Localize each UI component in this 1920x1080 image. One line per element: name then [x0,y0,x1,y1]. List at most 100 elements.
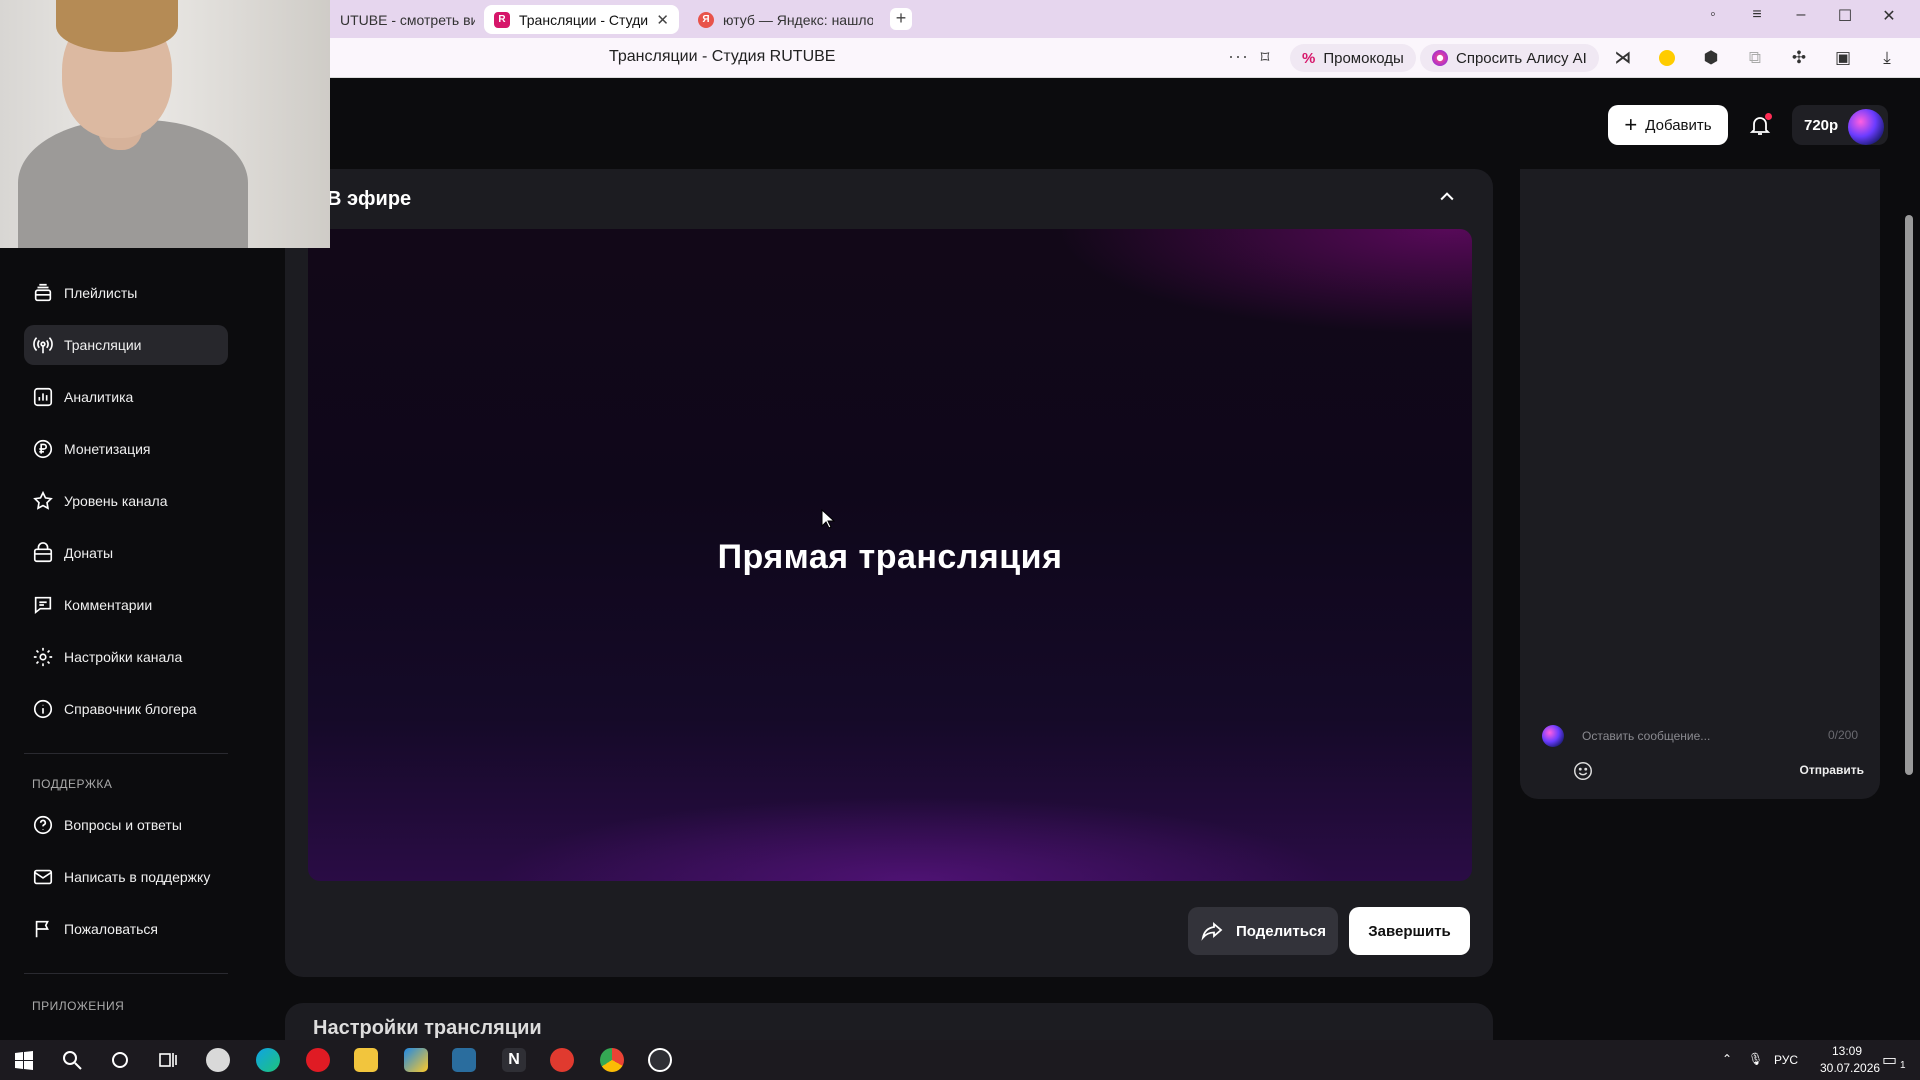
info-icon [33,699,53,719]
sidebar-item-label: Написать в поддержку [64,869,211,885]
chevron-up-icon[interactable] [1437,187,1457,207]
microphone-icon[interactable]: 🎙 [1748,1052,1763,1066]
notification-count-badge: 1 [1900,1060,1906,1071]
app-chart-icon[interactable] [452,1048,476,1072]
extension-shield-icon[interactable]: ⬢ [1700,47,1722,69]
chat-avatar [1542,725,1564,747]
rutube-favicon-icon: R [494,11,510,28]
share-button[interactable]: Поделиться [1188,907,1338,955]
tray-arrow-icon[interactable]: ⌃ [1722,1052,1732,1066]
close-window-icon[interactable]: ✕ [1874,6,1904,26]
end-stream-button[interactable]: Завершить [1349,907,1470,955]
sidebar-item-donations[interactable]: Донаты [24,533,228,573]
add-label: Добавить [1645,116,1712,134]
profile-icon[interactable]: ◦ [1698,6,1728,24]
avatar[interactable] [1848,109,1884,145]
star-icon [33,490,53,510]
sidebar-item-faq[interactable]: Вопросы и ответы [24,805,228,845]
extension-k-icon[interactable]: ⋊ [1612,47,1634,69]
ccleaner-icon[interactable] [206,1048,230,1072]
download-icon[interactable]: ⤓ [1876,47,1898,69]
promo-button[interactable]: % Промокоды [1290,44,1416,72]
sidebar-item-comments[interactable]: Комментарии [24,585,228,625]
maximize-icon[interactable]: ☐ [1830,6,1860,26]
extension-copy-icon[interactable]: ⧉ [1744,47,1766,69]
extension-coin-icon[interactable] [1656,47,1678,69]
clock-date[interactable]: 30.07.2026 [1820,1061,1880,1075]
sidebar-item-write-support[interactable]: Написать в поддержку [24,857,228,897]
add-button[interactable]: + Добавить [1608,105,1728,145]
chat-message-input[interactable]: Оставить сообщение... [1582,729,1710,743]
yandex-browser-icon[interactable] [550,1048,574,1072]
sidebar-item-channel-level[interactable]: Уровень канала [24,481,228,521]
mouse-cursor-icon [821,509,835,529]
scrollbar-thumb[interactable] [1905,215,1913,775]
cortana-icon[interactable] [108,1048,132,1072]
obs-icon[interactable] [648,1048,672,1072]
new-tab-button[interactable]: + [890,8,912,30]
mail-icon [33,869,53,885]
sidebar-item-analytics[interactable]: Аналитика [24,377,228,417]
extensions-puzzle-icon[interactable]: ✣ [1788,47,1810,69]
minimize-icon[interactable]: – [1786,6,1816,24]
sidebar-divider [24,753,228,754]
flag-icon [35,920,49,938]
promo-label: Промокоды [1323,49,1404,67]
windows-start-icon[interactable] [12,1048,36,1072]
playlist-icon [34,283,52,302]
page-scrollbar[interactable] [1900,79,1920,1031]
tab-studio-broadcasts[interactable]: R Трансляции - Студия R ✕ [484,5,679,34]
notification-center-icon[interactable]: ▭ [1882,1050,1897,1070]
settings-section-title: Настройки трансляции [313,1017,542,1039]
tab-label: UTUBE - смотреть виде [340,11,475,28]
sidebar-divider [24,973,228,974]
app-n-icon[interactable]: N [502,1048,526,1072]
menu-icon[interactable]: ≡ [1742,6,1772,24]
stream-preview[interactable]: Прямая трансляция [308,229,1472,881]
app-blue-icon[interactable] [404,1048,428,1072]
chrome-icon[interactable] [600,1048,624,1072]
file-explorer-icon[interactable] [354,1048,378,1072]
tab-yandex-search[interactable]: Я ютуб — Яндекс: нашлось [688,5,883,34]
collections-icon[interactable]: ▣ [1832,47,1854,69]
search-icon[interactable] [60,1048,84,1072]
live-panel: В эфире Прямая трансляция Поделиться Зав… [285,169,1493,977]
percent-icon: % [1302,49,1316,67]
sidebar-item-blogger-guide[interactable]: Справочник блогера [24,689,228,729]
end-label: Завершить [1368,922,1451,940]
bookmark-icon[interactable]: ⌑ [1254,47,1276,69]
sidebar-item-channel-settings[interactable]: Настройки канала [24,637,228,677]
more-dots-icon[interactable]: ··· [1228,46,1249,67]
page-title[interactable]: Трансляции - Студия RUTUBE [609,48,835,66]
edge-icon[interactable] [256,1048,280,1072]
sidebar-item-label: Донаты [64,545,114,561]
chat-char-counter: 0/200 [1827,728,1858,742]
ruble-icon [33,439,53,459]
ask-alice-button[interactable]: Спросить Алису AI [1420,44,1599,72]
clock-time[interactable]: 13:09 [1832,1044,1862,1058]
chat-send-button[interactable]: Отправить [1800,763,1864,777]
emoji-icon[interactable] [1572,760,1594,782]
sidebar-item-report[interactable]: Пожаловаться [24,909,228,949]
notifications-bell-icon[interactable] [1746,113,1774,141]
question-icon [33,815,53,835]
sidebar-item-label: Пожаловаться [64,921,159,937]
tab-rutube-watch[interactable]: UTUBE - смотреть виде [330,5,475,34]
sidebar-item-label: Монетизация [64,441,151,457]
sidebar-item-label: Аналитика [64,389,134,405]
donate-icon [33,542,53,563]
sidebar-item-label: Трансляции [64,337,142,353]
sidebar-item-label: Настройки канала [64,649,183,665]
keyboard-language[interactable]: РУС [1774,1053,1798,1067]
opera-icon[interactable] [306,1048,330,1072]
sidebar-item-label: Справочник блогера [64,701,197,717]
alice-icon [1432,50,1448,66]
comment-icon [34,596,52,615]
task-view-icon[interactable] [156,1048,180,1072]
sidebar-item-broadcasts[interactable]: Трансляции [24,325,228,365]
sidebar-item-label: Плейлисты [64,285,138,301]
sidebar-item-monetization[interactable]: Монетизация [24,429,228,469]
close-tab-icon[interactable]: ✕ [656,11,669,29]
share-icon [1201,922,1223,941]
sidebar-item-playlists[interactable]: Плейлисты [24,273,228,313]
